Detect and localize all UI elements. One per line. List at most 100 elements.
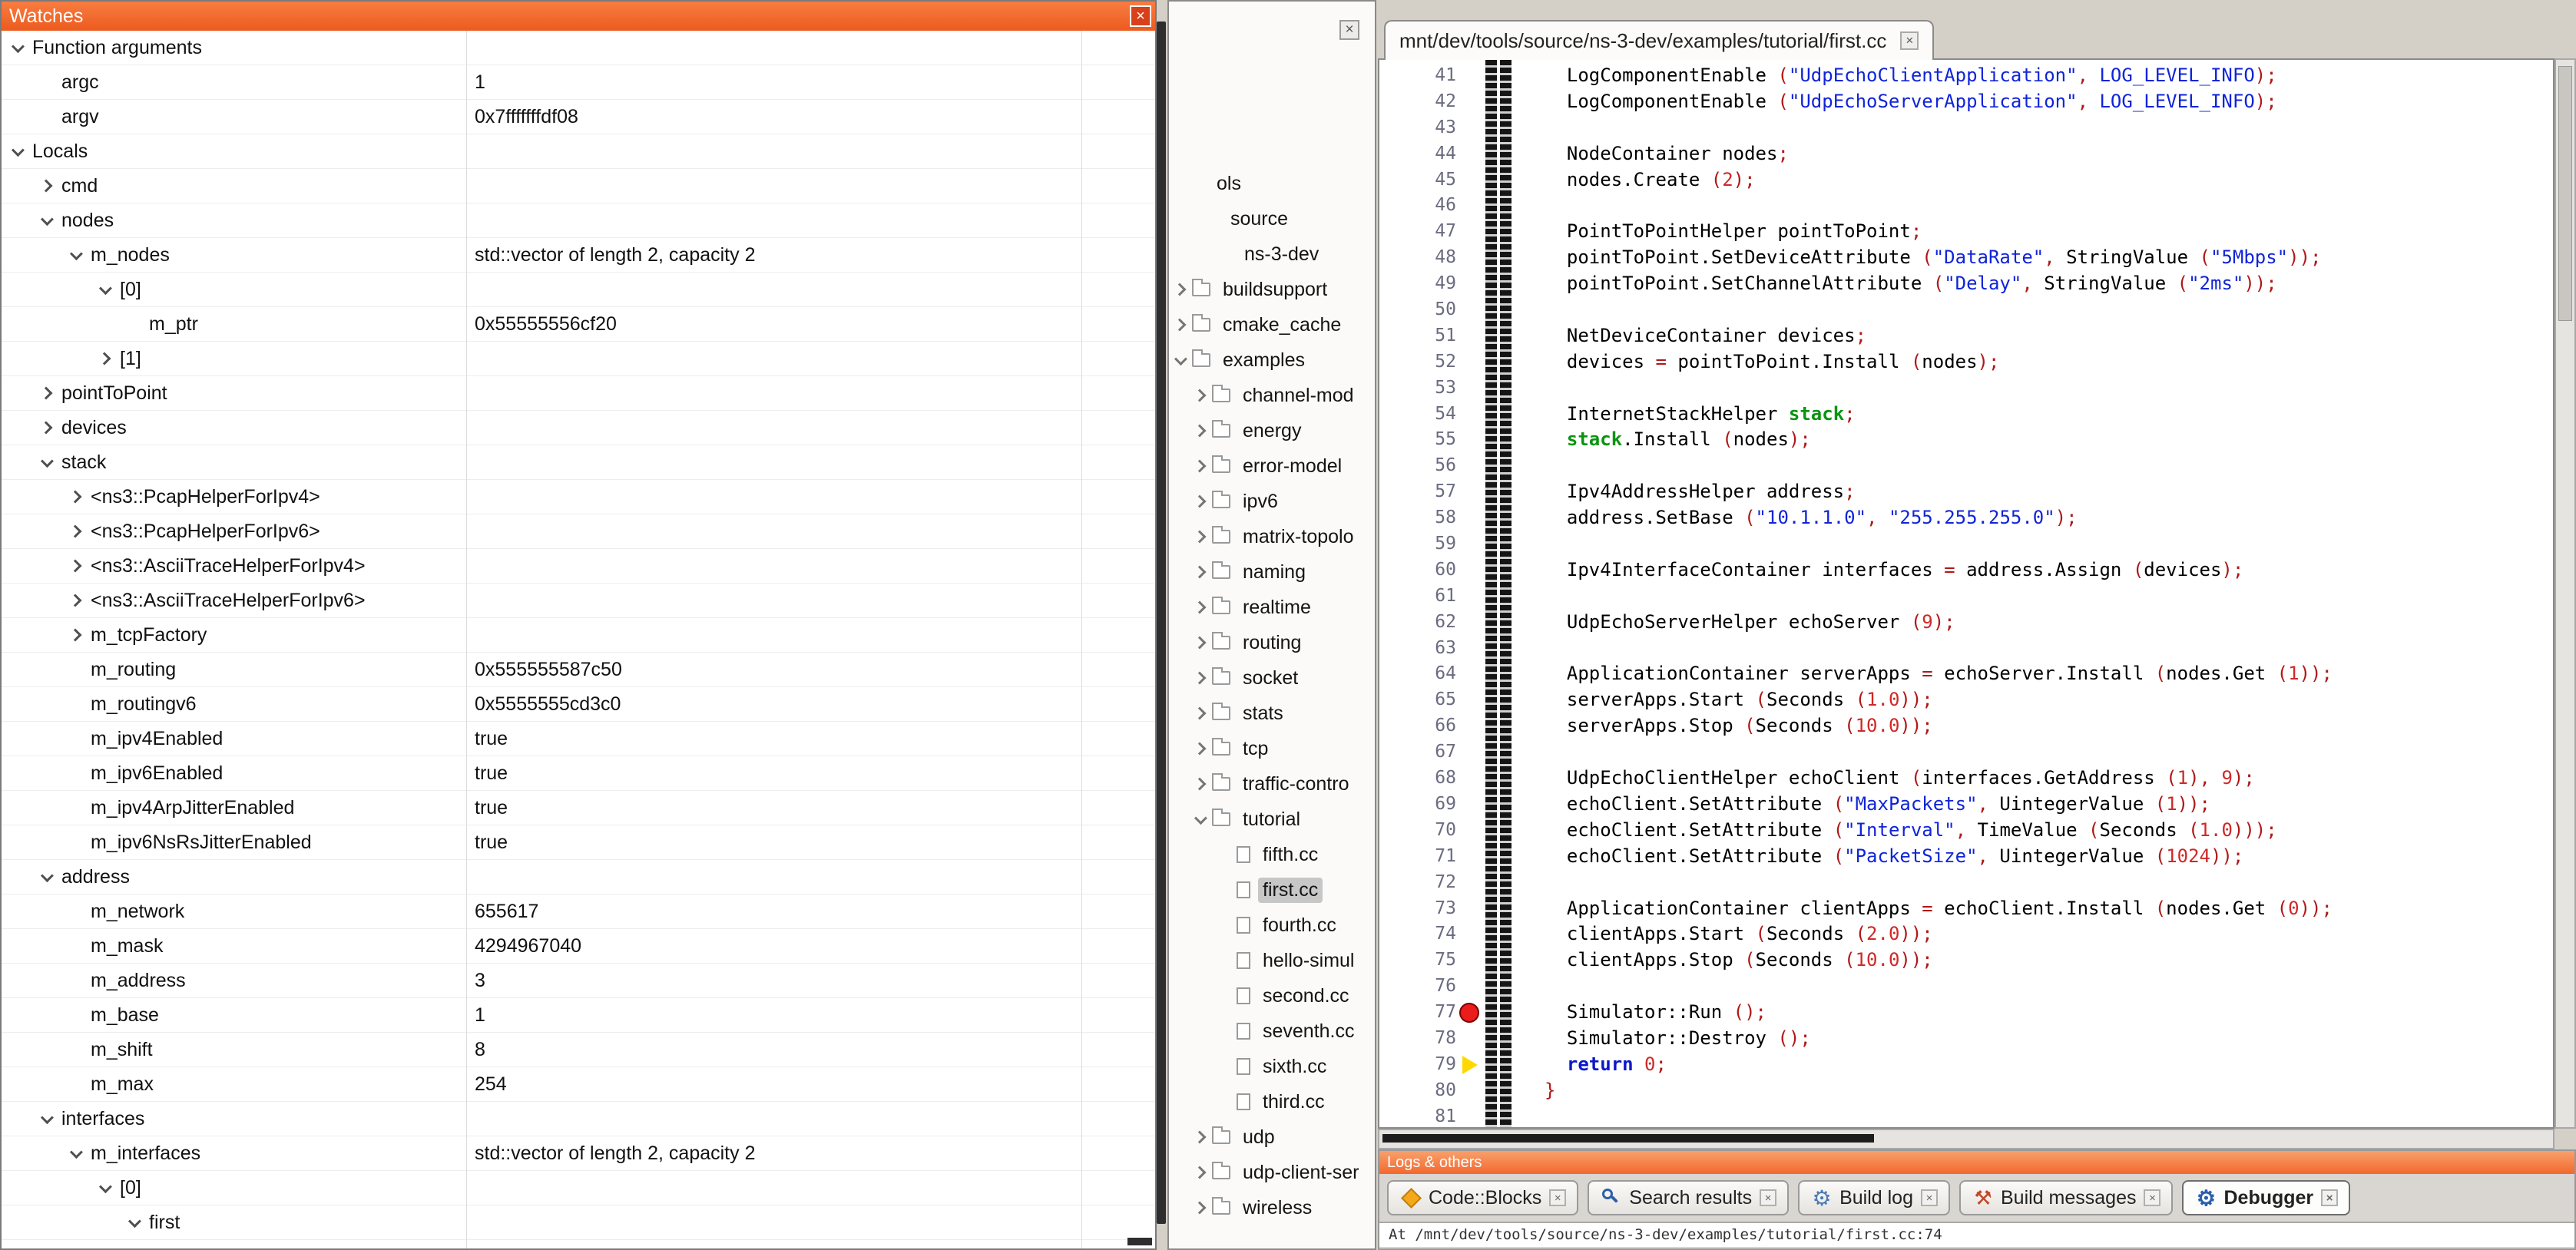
code-line[interactable]: 55 stack.Install (nodes); (1379, 427, 2553, 453)
code-line[interactable]: 75 clientApps.Stop (Seconds (10.0)); (1379, 947, 2553, 974)
tree-item-naming[interactable]: naming (1169, 554, 1375, 590)
watch-row-m-tcpfactory[interactable]: m_tcpFactory (2, 618, 1155, 653)
code-line[interactable]: 42 LogComponentEnable ("UdpEchoServerApp… (1379, 89, 2553, 115)
code-line[interactable]: 62 UdpEchoServerHelper echoServer (9); (1379, 610, 2553, 636)
code-line[interactable]: 58 address.SetBase ("10.1.1.0", "255.255… (1379, 505, 2553, 531)
chevron-down-icon[interactable] (1174, 352, 1187, 365)
marker-margin[interactable] (1458, 1000, 1485, 1026)
watch-row-ns3-asciitracehelperforipv6[interactable]: <ns3::AsciiTraceHelperForIpv6> (2, 584, 1155, 618)
tree-item-examples[interactable]: examples (1169, 342, 1375, 378)
watch-row-ns3-pcaphelperforipv6[interactable]: <ns3::PcapHelperForIpv6> (2, 514, 1155, 549)
watch-row-m-ipv6enabled[interactable]: m_ipv6Enabledtrue (2, 756, 1155, 791)
marker-margin[interactable] (1458, 1078, 1485, 1104)
chevron-right-icon[interactable] (69, 629, 82, 642)
chevron-down-icon[interactable] (41, 213, 54, 226)
watch-row-interfaces[interactable]: interfaces (2, 1102, 1155, 1136)
chevron-down-icon[interactable] (99, 1180, 112, 1193)
marker-margin[interactable] (1458, 947, 1485, 974)
tree-item-sixth-cc[interactable]: sixth.cc (1169, 1049, 1375, 1084)
code-line[interactable]: 54 InternetStackHelper stack; (1379, 402, 2553, 428)
marker-margin[interactable] (1458, 479, 1485, 505)
code-line[interactable]: 64 ApplicationContainer serverApps = ech… (1379, 661, 2553, 687)
chevron-right-icon[interactable] (1194, 425, 1207, 438)
watch-row-ns3-pcaphelperforipv4[interactable]: <ns3::PcapHelperForIpv4> (2, 480, 1155, 514)
watch-row-m-routingv6[interactable]: m_routingv60x5555555cd3c0 (2, 687, 1155, 722)
code-line[interactable]: 50 (1379, 297, 2553, 323)
tree-item-error-model[interactable]: error-model (1169, 448, 1375, 484)
marker-margin[interactable] (1458, 427, 1485, 453)
tab-debugger[interactable]: Debugger (2182, 1180, 2350, 1215)
chevron-right-icon[interactable] (1194, 778, 1207, 791)
tree-item-buildsupport[interactable]: buildsupport (1169, 272, 1375, 307)
chevron-down-icon[interactable] (128, 1215, 141, 1228)
code-line[interactable]: 65 serverApps.Start (Seconds (1.0)); (1379, 687, 2553, 713)
breakpoint-icon[interactable] (1459, 1003, 1479, 1023)
close-icon[interactable] (1130, 5, 1151, 27)
code-line[interactable]: 61 (1379, 584, 2553, 610)
logs-titlebar[interactable]: Logs & others (1379, 1151, 2574, 1174)
watch-row-0[interactable]: [0] (2, 273, 1155, 307)
tree-item-realtime[interactable]: realtime (1169, 590, 1375, 625)
code-line[interactable]: 56 (1379, 453, 2553, 479)
chevron-down-icon[interactable] (1194, 812, 1207, 825)
watch-row-m-max[interactable]: m_max254 (2, 1067, 1155, 1102)
marker-margin[interactable] (1458, 297, 1485, 323)
code-line[interactable]: 60 Ipv4InterfaceContainer interfaces = a… (1379, 557, 2553, 584)
chevron-right-icon[interactable] (1194, 1202, 1207, 1215)
marker-margin[interactable] (1458, 349, 1485, 375)
code-line[interactable]: 48 pointToPoint.SetDeviceAttribute ("Dat… (1379, 245, 2553, 271)
editor-tab[interactable]: mnt/dev/tools/source/ns-3-dev/examples/t… (1384, 20, 1934, 60)
chevron-right-icon[interactable] (1174, 319, 1187, 332)
editor-vertical-scrollbar[interactable] (2554, 58, 2576, 1129)
chevron-right-icon[interactable] (1194, 637, 1207, 650)
marker-margin[interactable] (1458, 531, 1485, 557)
tree-item-stats[interactable]: stats (1169, 696, 1375, 731)
chevron-down-icon[interactable] (41, 1111, 54, 1124)
marker-margin[interactable] (1458, 1026, 1485, 1052)
code-line[interactable]: 69 echoClient.SetAttribute ("MaxPackets"… (1379, 792, 2553, 818)
tab-code-blocks[interactable]: Code::Blocks (1387, 1180, 1578, 1215)
chevron-right-icon[interactable] (69, 594, 82, 607)
chevron-right-icon[interactable] (40, 387, 53, 400)
watches-vertical-scrollbar[interactable] (1157, 21, 1166, 1224)
chevron-right-icon[interactable] (1194, 1166, 1207, 1179)
marker-margin[interactable] (1458, 193, 1485, 219)
watches-horizontal-scrollbar[interactable] (1127, 1238, 1152, 1245)
marker-margin[interactable] (1458, 115, 1485, 141)
marker-margin[interactable] (1458, 89, 1485, 115)
code-line[interactable]: 67 (1379, 739, 2553, 766)
watches-titlebar[interactable]: Watches (2, 2, 1155, 31)
chevron-right-icon[interactable] (1194, 495, 1207, 508)
tree-item-first-cc[interactable]: first.cc (1169, 872, 1375, 908)
close-icon[interactable] (1760, 1189, 1776, 1206)
tree-item-cmake-cache[interactable]: cmake_cache (1169, 307, 1375, 342)
marker-margin[interactable] (1458, 687, 1485, 713)
chevron-right-icon[interactable] (1194, 742, 1207, 756)
tree-item-fourth-cc[interactable]: fourth.cc (1169, 908, 1375, 943)
watch-row-m-base[interactable]: m_base1 (2, 998, 1155, 1033)
tree-item-ols[interactable]: ols (1169, 166, 1375, 201)
code-line[interactable]: 79 return 0; (1379, 1052, 2553, 1078)
chevron-right-icon[interactable] (1194, 566, 1207, 579)
tree-item-ns-3-dev[interactable]: ns-3-dev (1169, 236, 1375, 272)
marker-margin[interactable] (1458, 219, 1485, 245)
chevron-right-icon[interactable] (98, 352, 111, 365)
watch-row-m-mask[interactable]: m_mask4294967040 (2, 929, 1155, 964)
chevron-right-icon[interactable] (1194, 672, 1207, 685)
chevron-right-icon[interactable] (40, 422, 53, 435)
chevron-right-icon[interactable] (1194, 707, 1207, 720)
watch-row-m-interfaces[interactable]: m_interfacesstd::vector of length 2, cap… (2, 1136, 1155, 1171)
code-line[interactable]: 72 (1379, 870, 2553, 896)
close-icon[interactable] (1921, 1189, 1938, 1206)
marker-margin[interactable] (1458, 766, 1485, 792)
watch-row-m-network[interactable]: m_network655617 (2, 895, 1155, 929)
tree-item-source[interactable]: source (1169, 201, 1375, 236)
marker-margin[interactable] (1458, 63, 1485, 89)
close-icon[interactable] (1549, 1189, 1566, 1206)
code-line[interactable]: 68 UdpEchoClientHelper echoClient (inter… (1379, 766, 2553, 792)
chevron-down-icon[interactable] (41, 455, 54, 468)
close-icon[interactable] (1339, 20, 1359, 40)
code-line[interactable]: 76 (1379, 974, 2553, 1000)
watch-row-m-ipv6nsrsjitterenabled[interactable]: m_ipv6NsRsJitterEnabledtrue (2, 825, 1155, 860)
code-line[interactable]: 46 (1379, 193, 2553, 219)
